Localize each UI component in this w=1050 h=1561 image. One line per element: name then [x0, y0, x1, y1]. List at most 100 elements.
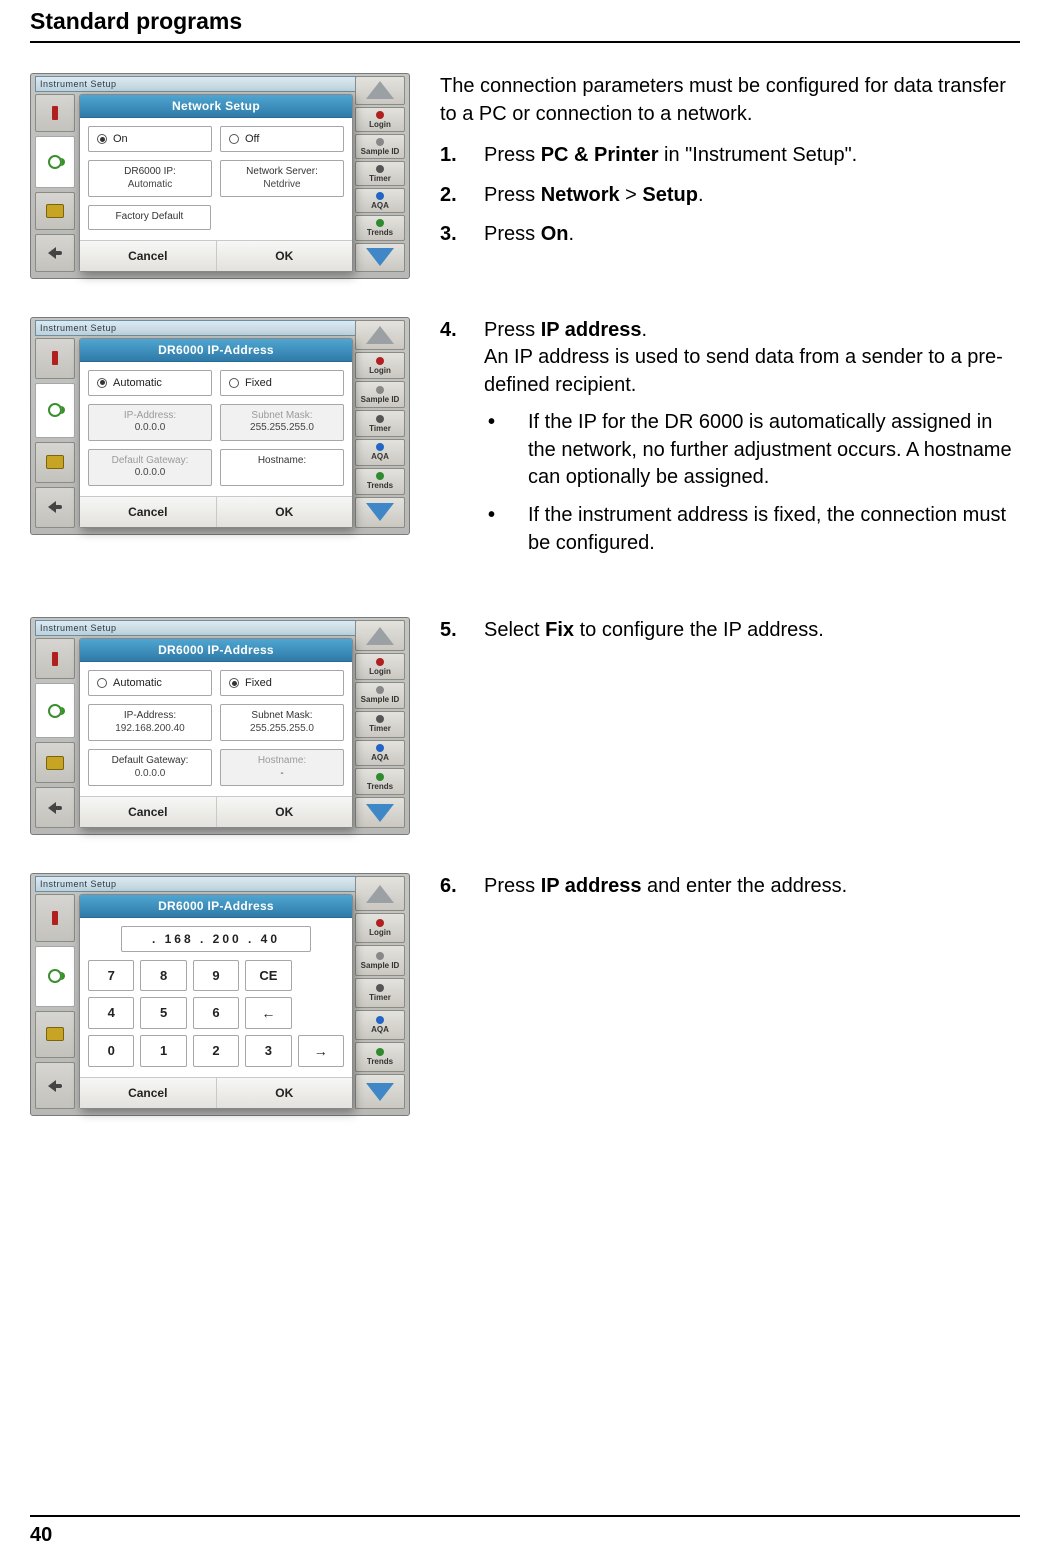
scroll-down-icon	[355, 497, 405, 528]
left-icon-user	[35, 94, 75, 132]
side-sample: Sample ID	[355, 682, 405, 709]
intro-text: The connection parameters must be config…	[440, 73, 1020, 128]
side-trends: Trends	[355, 1042, 405, 1072]
left-icon-folder	[35, 442, 75, 483]
key-3[interactable]: 3	[245, 1035, 291, 1067]
field-hostname: Hostname:-	[220, 749, 344, 786]
key-ce[interactable]: CE	[245, 960, 291, 991]
key-0[interactable]: 0	[88, 1035, 134, 1067]
radio-automatic[interactable]: Automatic	[88, 370, 212, 396]
window-tab: Instrument Setup	[35, 320, 357, 336]
ok-button[interactable]: OK	[216, 797, 353, 827]
field-hostname[interactable]: Hostname:	[220, 449, 344, 486]
bullet-marker: •	[484, 502, 528, 557]
radio-automatic[interactable]: Automatic	[88, 670, 212, 696]
side-login: Login	[355, 107, 405, 132]
bullet-text: If the instrument address is fixed, the …	[528, 502, 1020, 557]
scroll-up-icon	[355, 620, 405, 651]
ip-entry-field[interactable]: . 168 . 200 . 40	[121, 926, 310, 952]
left-icon-back	[35, 487, 75, 528]
left-icon-folder	[35, 192, 75, 230]
cancel-button[interactable]: Cancel	[80, 1078, 216, 1108]
side-aqa: AQA	[355, 740, 405, 767]
field-mask: Subnet Mask:255.255.255.0	[220, 404, 344, 441]
btn-network-server[interactable]: Network Server:Netdrive	[220, 160, 344, 197]
ok-button[interactable]: OK	[216, 241, 353, 271]
left-icon-back	[35, 787, 75, 828]
scroll-down-icon	[355, 797, 405, 828]
radio-on[interactable]: On	[88, 126, 212, 152]
dialog-title: DR6000 IP-Address	[80, 895, 352, 918]
side-login: Login	[355, 913, 405, 943]
scroll-up-icon	[355, 876, 405, 911]
window-tab: Instrument Setup	[35, 876, 357, 892]
left-icon-folder	[35, 1011, 75, 1058]
screenshot-ip-entry: Instrument Setup Login Sample ID Timer A…	[30, 873, 410, 1116]
side-sample: Sample ID	[355, 945, 405, 975]
ok-button[interactable]: OK	[216, 497, 353, 527]
top-rule	[30, 41, 1020, 43]
key-left[interactable]: ←	[245, 997, 291, 1029]
step-body: Press On.	[484, 221, 1020, 249]
scroll-down-icon	[355, 243, 405, 272]
left-icon-user	[35, 638, 75, 679]
key-6[interactable]: 6	[193, 997, 239, 1029]
bullet-text: If the IP for the DR 6000 is automatical…	[528, 409, 1020, 492]
key-right[interactable]: →	[298, 1035, 344, 1067]
radio-fixed[interactable]: Fixed	[220, 370, 344, 396]
key-9[interactable]: 9	[193, 960, 239, 991]
btn-dr6000-ip[interactable]: DR6000 IP:Automatic	[88, 160, 212, 197]
screenshot-ip-auto: Instrument Setup Login Sample ID Timer A…	[30, 317, 410, 535]
field-gateway: Default Gateway:0.0.0.0	[88, 449, 212, 486]
step-body: Press IP address. An IP address is used …	[484, 317, 1020, 568]
field-mask[interactable]: Subnet Mask:255.255.255.0	[220, 704, 344, 741]
side-login: Login	[355, 653, 405, 680]
side-aqa: AQA	[355, 188, 405, 213]
left-icon-key	[35, 683, 75, 738]
key-8[interactable]: 8	[140, 960, 186, 991]
left-icon-user	[35, 338, 75, 379]
btn-factory-default[interactable]: Factory Default	[88, 205, 211, 230]
side-sample: Sample ID	[355, 381, 405, 408]
screenshot-network-setup: Instrument Setup Login Sample ID Timer A…	[30, 73, 410, 279]
left-icon-key	[35, 383, 75, 438]
step-num: 1.	[440, 142, 484, 170]
key-7[interactable]: 7	[88, 960, 134, 991]
step-num: 5.	[440, 617, 484, 645]
cancel-button[interactable]: Cancel	[80, 497, 216, 527]
cancel-button[interactable]: Cancel	[80, 797, 216, 827]
step-num: 2.	[440, 182, 484, 210]
side-timer: Timer	[355, 410, 405, 437]
field-ip: IP-Address:0.0.0.0	[88, 404, 212, 441]
scroll-up-icon	[355, 76, 405, 105]
step-body: Press PC & Printer in "Instrument Setup"…	[484, 142, 1020, 170]
left-icon-back	[35, 1062, 75, 1109]
step-body: Press Network > Setup.	[484, 182, 1020, 210]
side-login: Login	[355, 352, 405, 379]
side-trends: Trends	[355, 768, 405, 795]
field-ip[interactable]: IP-Address:192.168.200.40	[88, 704, 212, 741]
side-timer: Timer	[355, 978, 405, 1008]
key-4[interactable]: 4	[88, 997, 134, 1029]
side-trends: Trends	[355, 468, 405, 495]
ok-button[interactable]: OK	[216, 1078, 353, 1108]
step-num: 4.	[440, 317, 484, 568]
cancel-button[interactable]: Cancel	[80, 241, 216, 271]
left-icon-key	[35, 136, 75, 188]
window-tab: Instrument Setup	[35, 76, 357, 92]
left-icon-user	[35, 894, 75, 941]
radio-fixed[interactable]: Fixed	[220, 670, 344, 696]
key-5[interactable]: 5	[140, 997, 186, 1029]
page-title: Standard programs	[30, 8, 1020, 41]
key-2[interactable]: 2	[193, 1035, 239, 1067]
key-1[interactable]: 1	[140, 1035, 186, 1067]
side-aqa: AQA	[355, 1010, 405, 1040]
left-icon-back	[35, 234, 75, 272]
radio-off[interactable]: Off	[220, 126, 344, 152]
side-aqa: AQA	[355, 439, 405, 466]
side-timer: Timer	[355, 711, 405, 738]
bottom-rule	[30, 1515, 1020, 1517]
scroll-down-icon	[355, 1074, 405, 1109]
field-gateway[interactable]: Default Gateway:0.0.0.0	[88, 749, 212, 786]
bullet-marker: •	[484, 409, 528, 492]
